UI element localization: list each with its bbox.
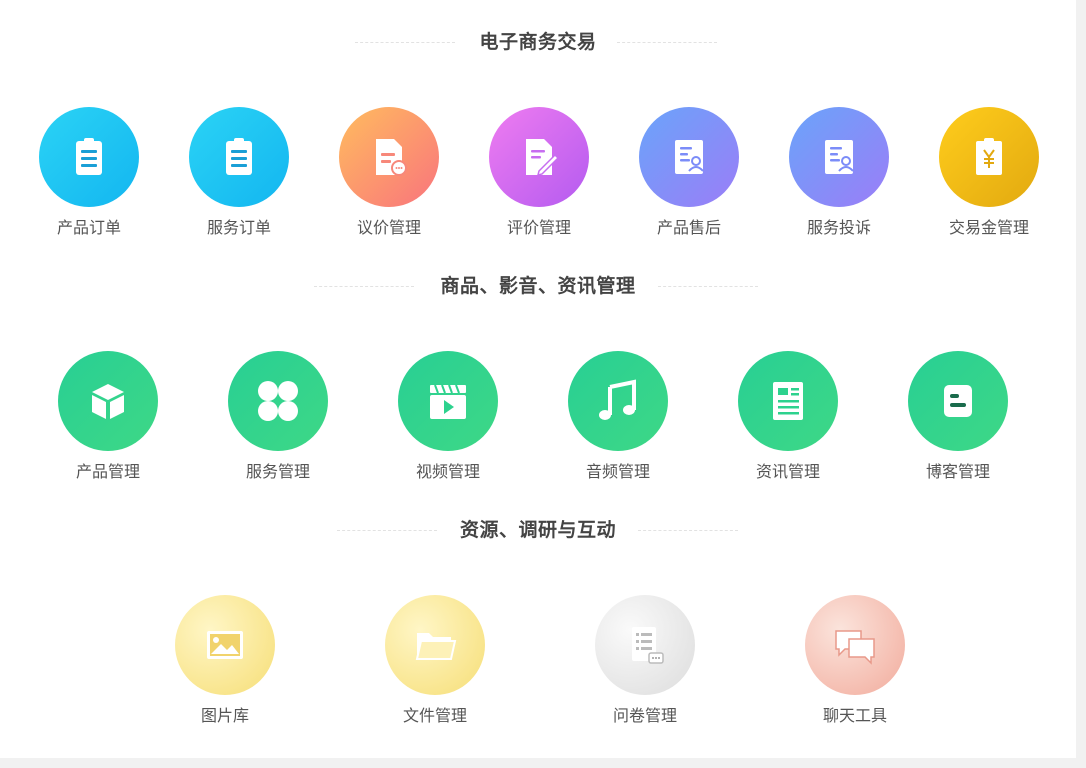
icon-circle	[639, 107, 739, 207]
icon-circle	[228, 351, 328, 451]
module-product-order[interactable]: 产品订单	[14, 107, 164, 247]
icon-circle	[189, 107, 289, 207]
document-chat-icon	[376, 139, 407, 176]
module-audio-manage[interactable]: 音频管理	[543, 351, 693, 491]
icon-circle	[58, 351, 158, 451]
module-review[interactable]: 评价管理	[464, 107, 614, 247]
yuan-clipboard-icon	[976, 138, 1002, 175]
module-questionnaire[interactable]: 问卷管理	[570, 595, 720, 735]
video-clapper-icon	[430, 384, 466, 419]
chat-bubbles-icon	[835, 630, 875, 665]
clipboard-icon	[226, 138, 252, 175]
module-news-manage[interactable]: 资讯管理	[713, 351, 863, 491]
questionnaire-icon	[632, 627, 664, 664]
module-label: 评价管理	[506, 220, 571, 237]
module-label: 资讯管理	[755, 464, 820, 481]
music-note-icon	[599, 379, 636, 420]
icon-circle	[568, 351, 668, 451]
module-complaint[interactable]: 服务投诉	[764, 107, 914, 247]
icon-circle	[738, 351, 838, 451]
module-product-manage[interactable]: 产品管理	[33, 351, 183, 491]
module-label: 服务投诉	[806, 220, 871, 237]
module-label: 视频管理	[415, 464, 480, 481]
module-service-order[interactable]: 服务订单	[164, 107, 314, 247]
icon-circle	[939, 107, 1039, 207]
scrollbar-track[interactable]	[1076, 0, 1086, 768]
module-chat-tool[interactable]: 聊天工具	[780, 595, 930, 735]
clover-icon	[258, 381, 298, 421]
section-title-text: 资源、调研与互动	[459, 520, 616, 541]
section-title-text: 商品、影音、资讯管理	[440, 276, 636, 297]
icon-circle	[489, 107, 589, 207]
module-label: 文件管理	[402, 708, 467, 725]
module-label: 产品售后	[656, 220, 721, 237]
icon-circle	[595, 595, 695, 695]
box-icon	[92, 384, 124, 419]
module-label: 产品管理	[75, 464, 140, 481]
module-label: 聊天工具	[822, 708, 887, 725]
blog-icon	[944, 385, 972, 417]
section-title-ecommerce: 电子商务交易	[0, 28, 1076, 58]
module-video-manage[interactable]: 视频管理	[373, 351, 523, 491]
clipboard-icon	[76, 138, 102, 175]
module-label: 议价管理	[356, 220, 421, 237]
module-label: 服务管理	[245, 464, 310, 481]
module-after-sales[interactable]: 产品售后	[614, 107, 764, 247]
document-user-icon	[825, 140, 854, 174]
icon-circle	[39, 107, 139, 207]
section-title-media: 商品、影音、资讯管理	[0, 272, 1076, 302]
module-label: 交易金管理	[948, 220, 1029, 237]
icon-circle	[398, 351, 498, 451]
section-title-resources: 资源、调研与互动	[0, 516, 1076, 546]
module-bargain[interactable]: 议价管理	[314, 107, 464, 247]
module-service-manage[interactable]: 服务管理	[203, 351, 353, 491]
icon-circle	[339, 107, 439, 207]
module-label: 音频管理	[585, 464, 650, 481]
icon-circle	[385, 595, 485, 695]
module-label: 问卷管理	[612, 708, 677, 725]
icon-circle	[175, 595, 275, 695]
module-label: 图片库	[200, 708, 249, 725]
icon-circle	[805, 595, 905, 695]
document-edit-icon	[526, 139, 560, 177]
folder-icon	[415, 633, 457, 660]
image-icon	[207, 631, 243, 659]
icon-circle	[789, 107, 889, 207]
module-blog-manage[interactable]: 博客管理	[883, 351, 1033, 491]
module-label: 服务订单	[206, 220, 271, 237]
section-title-text: 电子商务交易	[479, 32, 597, 53]
document-user-icon	[675, 140, 704, 174]
module-transaction-fund[interactable]: 交易金管理	[914, 107, 1064, 247]
module-image-library[interactable]: 图片库	[150, 595, 300, 735]
module-label: 博客管理	[925, 464, 990, 481]
bottom-gutter	[0, 758, 1086, 768]
module-panel: 电子商务交易 产品订单 服务订单 议价管理 评价管理 产品售后 服务投诉 交易金…	[0, 0, 1076, 758]
icon-circle	[908, 351, 1008, 451]
module-file-manage[interactable]: 文件管理	[360, 595, 510, 735]
module-label: 产品订单	[56, 220, 121, 237]
newspaper-icon	[773, 382, 803, 420]
